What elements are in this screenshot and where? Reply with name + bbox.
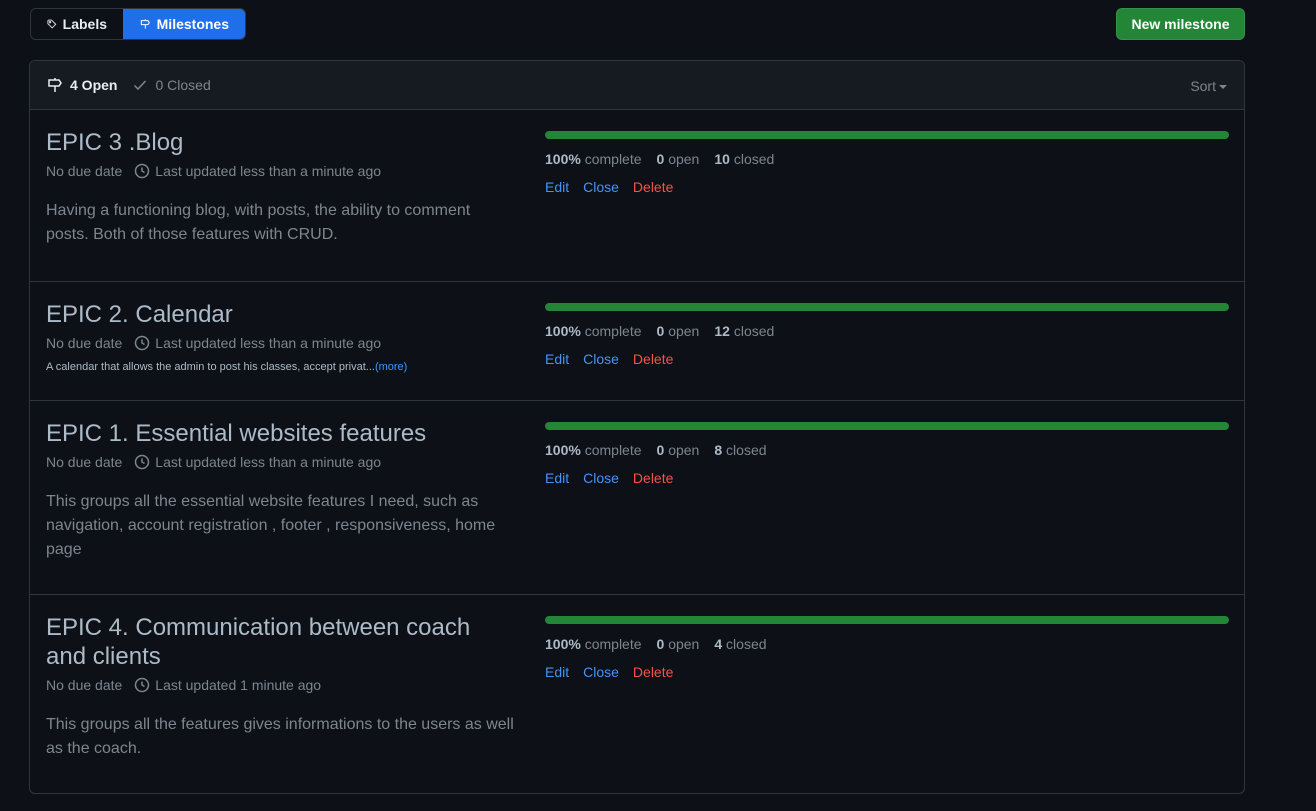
last-updated: Last updated less than a minute ago xyxy=(155,335,382,351)
milestone-title[interactable]: EPIC 1. Essential websites features xyxy=(46,419,516,448)
progress-bar xyxy=(545,303,1229,311)
percent-complete: 100% complete xyxy=(545,323,642,339)
new-milestone-button[interactable]: New milestone xyxy=(1116,8,1245,40)
labels-tab-label: Labels xyxy=(62,16,107,32)
progress-fill xyxy=(545,616,1229,624)
sort-dropdown[interactable]: Sort xyxy=(1190,61,1227,110)
milestone-title[interactable]: EPIC 2. Calendar xyxy=(46,300,516,329)
progress-fill xyxy=(545,422,1229,430)
clock-icon xyxy=(135,335,150,351)
milestone-actions: Edit Close Delete xyxy=(545,468,1229,488)
close-link[interactable]: Close xyxy=(583,468,619,488)
closed-issues[interactable]: 8 closed xyxy=(714,440,766,460)
delete-link[interactable]: Delete xyxy=(633,662,673,682)
progress-fill xyxy=(545,131,1229,139)
closed-filter[interactable]: 0 Closed xyxy=(132,77,211,93)
more-link[interactable]: (more) xyxy=(375,361,407,373)
milestone-meta: No due date Last updated less than a min… xyxy=(46,333,516,353)
due-date: No due date xyxy=(46,454,123,470)
milestone-row: EPIC 2. Calendar No due date Last update… xyxy=(30,282,1244,401)
tag-icon xyxy=(47,19,57,29)
delete-link[interactable]: Delete xyxy=(633,177,673,197)
percent-complete: 100% complete xyxy=(545,151,642,167)
labels-tab[interactable]: Labels xyxy=(31,9,123,39)
milestone-meta: No due date Last updated less than a min… xyxy=(46,161,516,181)
check-icon xyxy=(134,80,147,91)
clock-icon xyxy=(135,454,150,470)
caret-down-icon xyxy=(1219,84,1227,89)
progress-fill xyxy=(545,303,1229,311)
closed-issues[interactable]: 4 closed xyxy=(714,634,766,654)
milestone-title[interactable]: EPIC 3 .Blog xyxy=(46,128,516,157)
milestone-stats: 100% complete 0 open 12 closed xyxy=(545,321,1229,341)
milestone-stats: 100% complete 0 open 10 closed xyxy=(545,149,1229,169)
closed-issues[interactable]: 10 closed xyxy=(714,149,774,169)
close-link[interactable]: Close xyxy=(583,349,619,369)
last-updated: Last updated less than a minute ago xyxy=(155,454,382,470)
due-date: No due date xyxy=(46,335,123,351)
milestone-description: A calendar that allows the admin to post… xyxy=(46,361,408,373)
milestone-meta: No due date Last updated 1 minute ago xyxy=(46,675,516,695)
toolbar: Labels Milestones New milestone xyxy=(30,8,1245,40)
milestone-row: EPIC 3 .Blog No due date Last updated le… xyxy=(30,110,1244,282)
edit-link[interactable]: Edit xyxy=(545,349,569,369)
close-link[interactable]: Close xyxy=(583,662,619,682)
milestone-stats: 100% complete 0 open 8 closed xyxy=(545,440,1229,460)
milestones-list: 4 Open 0 Closed Sort EPIC 3 .Blog No due… xyxy=(29,60,1245,794)
edit-link[interactable]: Edit xyxy=(545,177,569,197)
clock-icon xyxy=(135,163,150,179)
edit-link[interactable]: Edit xyxy=(545,662,569,682)
open-count: 4 Open xyxy=(70,77,118,93)
milestone-row: EPIC 4. Communication between coach and … xyxy=(30,595,1244,793)
milestone-description: Having a functioning blog, with posts, t… xyxy=(46,202,471,243)
milestones-tab-label: Milestones xyxy=(156,16,229,32)
milestone-stats: 100% complete 0 open 4 closed xyxy=(545,634,1229,654)
open-issues[interactable]: 0 open xyxy=(657,634,700,654)
progress-bar xyxy=(545,422,1229,430)
labels-milestones-toggle: Labels Milestones xyxy=(30,8,246,40)
milestone-description: This groups all the features gives infor… xyxy=(46,716,514,757)
edit-link[interactable]: Edit xyxy=(545,468,569,488)
milestone-meta: No due date Last updated less than a min… xyxy=(46,452,516,472)
open-issues[interactable]: 0 open xyxy=(657,149,700,169)
due-date: No due date xyxy=(46,677,123,693)
closed-issues[interactable]: 12 closed xyxy=(714,321,774,341)
open-filter[interactable]: 4 Open xyxy=(47,77,117,93)
open-issues[interactable]: 0 open xyxy=(657,440,700,460)
milestone-row: EPIC 1. Essential websites features No d… xyxy=(30,401,1244,595)
progress-bar xyxy=(545,616,1229,624)
delete-link[interactable]: Delete xyxy=(633,349,673,369)
milestones-list-header: 4 Open 0 Closed Sort xyxy=(30,61,1244,110)
due-date: No due date xyxy=(46,163,123,179)
milestone-icon xyxy=(48,78,62,92)
percent-complete: 100% complete xyxy=(545,442,642,458)
close-link[interactable]: Close xyxy=(583,177,619,197)
milestones-tab[interactable]: Milestones xyxy=(123,9,245,39)
milestone-actions: Edit Close Delete xyxy=(545,177,1229,197)
milestone-icon xyxy=(140,19,150,29)
last-updated: Last updated 1 minute ago xyxy=(155,677,322,693)
sort-label: Sort xyxy=(1190,77,1216,94)
milestone-title[interactable]: EPIC 4. Communication between coach and … xyxy=(46,613,516,671)
open-issues[interactable]: 0 open xyxy=(657,321,700,341)
milestone-actions: Edit Close Delete xyxy=(545,662,1229,682)
clock-icon xyxy=(135,677,150,693)
milestone-description: This groups all the essential website fe… xyxy=(46,493,496,558)
progress-bar xyxy=(545,131,1229,139)
percent-complete: 100% complete xyxy=(545,636,642,652)
closed-count: 0 Closed xyxy=(155,77,211,93)
last-updated: Last updated less than a minute ago xyxy=(155,163,382,179)
milestone-actions: Edit Close Delete xyxy=(545,349,1229,369)
delete-link[interactable]: Delete xyxy=(633,468,673,488)
